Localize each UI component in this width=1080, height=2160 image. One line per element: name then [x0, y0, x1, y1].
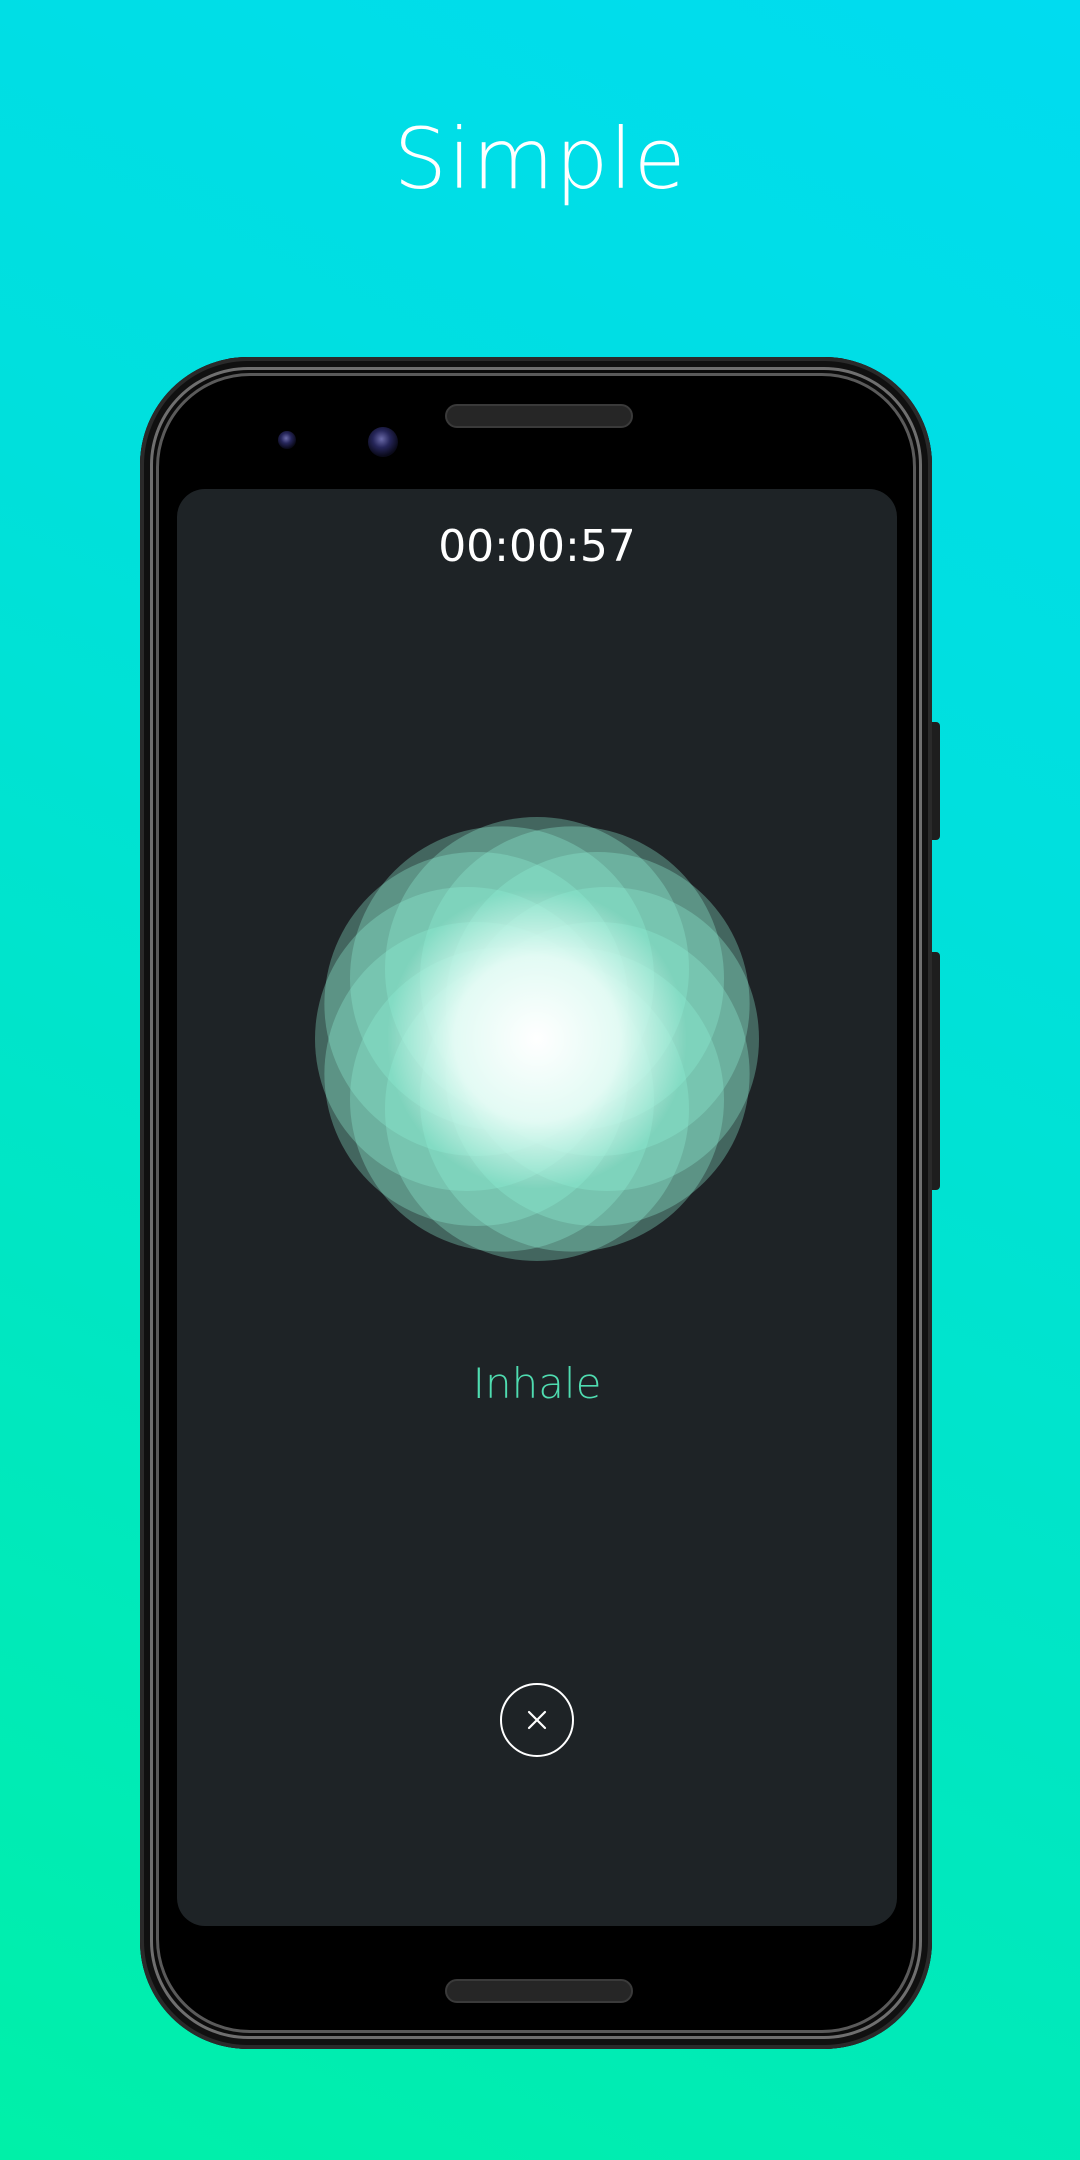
- front-sensor-icon: [278, 431, 296, 449]
- orb-core: [387, 889, 687, 1189]
- breath-phase-label: Inhale: [472, 1359, 602, 1408]
- top-speaker: [445, 404, 633, 428]
- breathing-orb: [315, 817, 759, 1261]
- volume-button: [932, 952, 940, 1190]
- close-icon: [527, 1710, 547, 1730]
- front-camera-icon: [368, 427, 398, 457]
- power-button: [932, 722, 940, 840]
- session-timer: 00:00:57: [438, 521, 636, 572]
- bottom-speaker: [445, 1979, 633, 2003]
- promo-headline: Simple: [393, 110, 687, 208]
- app-screen: 00:00:57 Inhale: [177, 489, 897, 1926]
- close-session-button[interactable]: [500, 1683, 574, 1757]
